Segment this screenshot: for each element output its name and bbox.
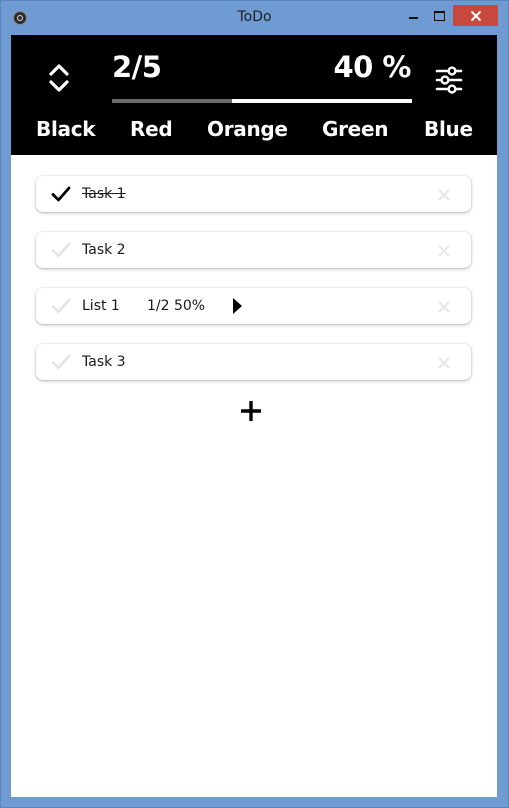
expand-list-button[interactable] [231,297,243,315]
delete-button[interactable] [437,187,451,201]
app-content: 2/5 40 % Black Red Orange Green Blue Tas… [11,35,497,797]
close-icon [438,189,450,201]
sort-button[interactable] [46,61,72,95]
color-tab-blue[interactable]: Blue [424,117,473,141]
close-icon [438,245,450,257]
close-window-button[interactable] [453,5,498,26]
task-label[interactable]: Task 1 [82,186,126,202]
close-icon [438,301,450,313]
checkmark-icon [51,186,71,202]
app-window: ToDo 2/5 40 % Black Red Orange Green Blu… [0,0,509,808]
complete-toggle[interactable] [51,297,71,315]
delete-button[interactable] [437,355,451,369]
task-item[interactable]: Task 1 [36,176,471,212]
delete-button[interactable] [437,299,451,313]
color-tab-black[interactable]: Black [36,117,96,141]
completed-percent: 40 % [333,50,411,84]
minimize-button[interactable] [400,6,426,26]
complete-toggle[interactable] [51,185,71,203]
close-icon [470,10,481,21]
list-label[interactable]: List 1 [82,298,120,314]
progress-bar-fill [112,99,232,103]
list-item[interactable]: List 1 1/2 50% [36,288,471,324]
settings-button[interactable] [435,65,463,95]
color-tab-green[interactable]: Green [322,117,388,141]
plus-icon [241,401,261,421]
checkmark-icon [51,242,71,258]
checkmark-icon [51,354,71,370]
task-item[interactable]: Task 3 [36,344,471,380]
color-tab-orange[interactable]: Orange [207,117,288,141]
delete-button[interactable] [437,243,451,257]
color-tab-red[interactable]: Red [130,117,173,141]
completed-count: 2/5 [112,50,162,84]
task-label[interactable]: Task 3 [82,354,126,370]
sort-updown-icon [49,64,69,92]
play-arrow-icon [233,298,242,314]
maximize-button[interactable] [426,6,452,26]
task-label[interactable]: Task 2 [82,242,126,258]
title-bar[interactable]: ToDo [1,1,508,35]
progress-bar [112,99,412,103]
add-task-button[interactable] [239,399,263,423]
list-progress: 1/2 50% [147,298,206,314]
progress-header: 2/5 40 % Black Red Orange Green Blue [11,35,497,155]
complete-toggle[interactable] [51,353,71,371]
complete-toggle[interactable] [51,241,71,259]
checkmark-icon [51,298,71,314]
task-item[interactable]: Task 2 [36,232,471,268]
close-icon [438,357,450,369]
sliders-icon [435,66,463,94]
